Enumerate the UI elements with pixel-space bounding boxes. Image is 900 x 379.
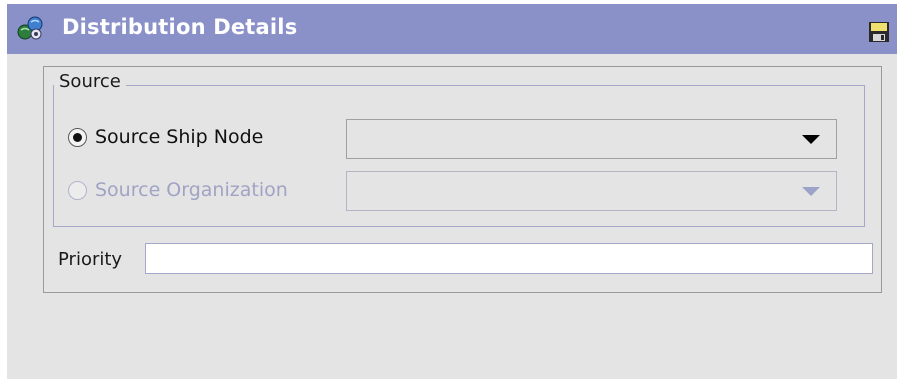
priority-label: Priority [58,249,123,270]
source-organization-label: Source Organization [95,179,288,201]
distribution-nodes-icon [16,14,44,42]
source-organization-dropdown [346,171,837,211]
floppy-disk-icon[interactable] [868,21,890,43]
distribution-details-panel: Source Source Ship Node Source Organizat… [43,66,882,293]
source-organization-option: Source Organization [68,179,288,201]
source-ship-node-dropdown[interactable] [346,119,837,159]
source-ship-node-label: Source Ship Node [95,126,264,148]
window-title: Distribution Details [62,15,298,39]
title-bar: Distribution Details [7,4,897,54]
source-organization-radio [68,180,87,200]
chevron-down-icon [802,187,820,196]
source-ship-node-option[interactable]: Source Ship Node [68,126,263,148]
chevron-down-icon[interactable] [802,135,820,144]
priority-input[interactable] [145,243,873,274]
distribution-details-window: Distribution Details Source Source Ship … [7,4,897,379]
source-group-legend: Source [54,71,126,92]
source-ship-node-radio[interactable] [68,127,87,147]
